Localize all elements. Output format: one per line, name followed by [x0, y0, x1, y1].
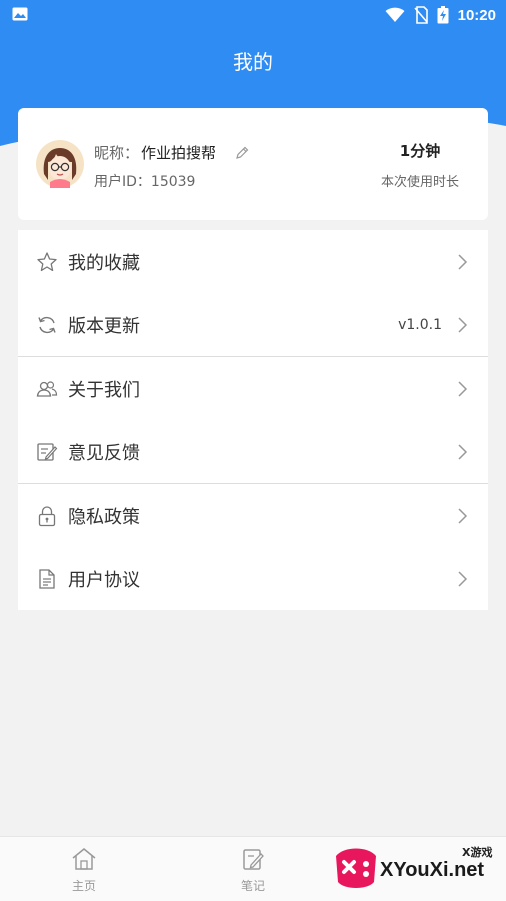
avatar[interactable] [36, 140, 84, 188]
tab-home-label: 主页 [71, 879, 96, 893]
menu-item-label: 版本更新 [68, 315, 140, 337]
battery-charging-icon [437, 6, 449, 24]
menu-item-about-us[interactable]: 关于我们 [18, 357, 488, 420]
menu-item-label: 关于我们 [68, 379, 140, 401]
no-sim-icon [414, 6, 428, 24]
chevron-right-icon [458, 253, 468, 270]
menu-item-version-update[interactable]: 版本更新 v1.0.1 [18, 293, 488, 356]
menu-item-label: 我的收藏 [68, 252, 140, 274]
note-icon [243, 849, 264, 870]
usage-time: 1分钟 本次使用时长 [370, 140, 470, 190]
profile-card: 昵称： 作业拍搜帮 用户ID：15039 1分钟 本次使用时长 [18, 108, 488, 220]
nickname-row: 昵称： 作业拍搜帮 [94, 142, 250, 163]
version-value: v1.0.1 [398, 316, 442, 333]
usage-time-label: 本次使用时长 [380, 175, 459, 190]
menu-item-favorites[interactable]: 我的收藏 [18, 230, 488, 293]
document-icon [39, 568, 55, 589]
status-time: 10:20 [457, 6, 496, 24]
user-id-label: 用户ID： [94, 174, 151, 190]
menu-item-label: 意见反馈 [68, 442, 140, 464]
watermark-logo: XYouXi.net X游戏 [330, 842, 500, 894]
tab-notes[interactable]: 笔记 [223, 847, 283, 894]
home-icon [72, 848, 96, 870]
watermark-small-text: X游戏 [462, 846, 493, 859]
menu-item-label: 隐私政策 [68, 506, 140, 528]
gallery-notification-icon [12, 7, 28, 21]
refresh-icon [38, 316, 56, 333]
menu-item-privacy-policy[interactable]: 隐私政策 [18, 484, 488, 547]
menu-item-user-agreement[interactable]: 用户协议 [18, 547, 488, 610]
chevron-right-icon [458, 443, 468, 460]
chevron-right-icon [458, 316, 468, 333]
nickname-label: 昵称： [94, 144, 140, 162]
menu-item-feedback[interactable]: 意见反馈 [18, 420, 488, 483]
lock-icon [38, 505, 56, 526]
chevron-right-icon [458, 380, 468, 397]
tab-notes-label: 笔记 [240, 879, 265, 893]
user-id-row: 用户ID：15039 [94, 171, 195, 191]
feedback-icon [37, 442, 58, 461]
chevron-right-icon [458, 570, 468, 587]
wifi-icon [385, 7, 405, 22]
star-icon [37, 251, 57, 271]
watermark-text: XYouXi.net [380, 859, 485, 881]
user-id-value: 15039 [150, 174, 196, 190]
menu-item-label: 用户协议 [68, 569, 140, 591]
tab-home[interactable]: 主页 [54, 847, 114, 894]
page-title: 我的 [233, 50, 273, 74]
usage-time-value: 1分钟 [399, 142, 441, 160]
nickname-value: 作业拍搜帮 [141, 144, 217, 162]
edit-pencil-icon[interactable] [234, 145, 250, 161]
status-bar: 10:20 [0, 0, 506, 30]
users-icon [36, 380, 58, 397]
chevron-right-icon [458, 507, 468, 524]
menu-list: 我的收藏 版本更新 v1.0.1 关于我们 意见反馈 隐私政策 用户协议 [18, 230, 488, 610]
gamepad-logo-icon [336, 848, 376, 888]
